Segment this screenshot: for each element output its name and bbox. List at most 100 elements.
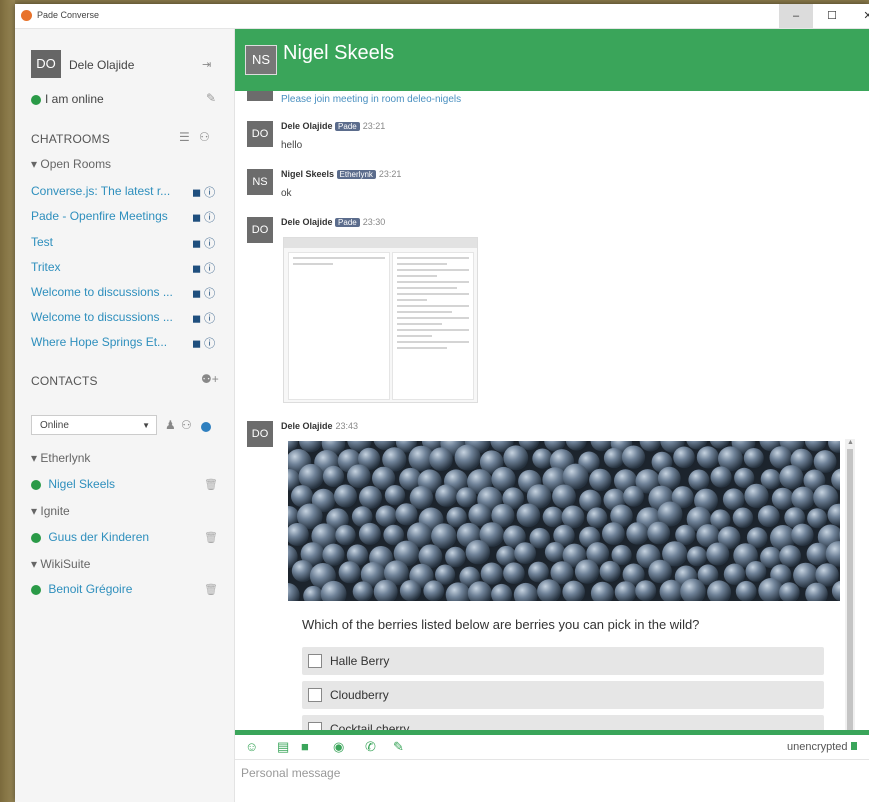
contact-group-label: Etherlynk: [40, 451, 91, 465]
eye-icon[interactable]: ◉: [333, 739, 344, 755]
message-meta: Nigel Skeels Etherlynk 23:21: [281, 169, 401, 179]
berry: [599, 560, 621, 582]
berry: [503, 445, 529, 471]
maximize-button[interactable]: ☐: [815, 4, 849, 28]
chat-header: NS Nigel Skeels: [235, 29, 869, 91]
bookmark-info-icon[interactable]: ◼ ⓘ: [192, 209, 215, 225]
poll-card: Which of the berries listed below are be…: [288, 441, 840, 731]
contact-name: Guus der Kinderen: [48, 530, 150, 544]
bookmark-info-icon[interactable]: ◼ ⓘ: [192, 260, 215, 276]
remove-contact-icon[interactable]: 🗑: [204, 478, 218, 491]
message-sender: Dele Olajide: [281, 217, 333, 227]
clear-chat-icon[interactable]: ▤: [277, 739, 289, 755]
berry: [586, 507, 608, 528]
bookmark-info-icon[interactable]: ◼ ⓘ: [192, 235, 215, 251]
message-sender: Dele Olajide: [281, 421, 333, 431]
phone-icon[interactable]: ✆: [365, 739, 376, 755]
list-rooms-icon[interactable]: ☰: [179, 130, 190, 144]
title-bar: Pade Converse – ☐ ✕: [15, 4, 869, 29]
logout-icon[interactable]: ⇥: [202, 58, 211, 71]
option-checkbox[interactable]: [308, 688, 322, 702]
add-room-icon[interactable]: ⚇: [199, 130, 210, 144]
filter-user-icon[interactable]: ♟: [165, 418, 176, 432]
berry: [429, 447, 453, 471]
message-sender: Dele Olajide: [281, 121, 333, 131]
open-rooms-toggle[interactable]: ▾ Open Rooms: [31, 157, 111, 171]
status-selector[interactable]: I am online: [31, 92, 104, 106]
message-input[interactable]: Personal message: [235, 760, 869, 802]
contact-group-toggle[interactable]: ▾ Ignite: [31, 504, 70, 518]
message-time: 23:43: [335, 421, 359, 431]
room-item[interactable]: Welcome to discussions ... ◼ ⓘ: [31, 310, 221, 327]
online-status-dot: [31, 532, 41, 543]
message-time: 23:30: [362, 217, 386, 227]
poll-option[interactable]: Cocktail cherry: [302, 715, 824, 731]
user-avatar[interactable]: DO: [31, 50, 61, 78]
berry: [435, 484, 458, 507]
remove-contact-icon[interactable]: 🗑: [204, 583, 218, 596]
message-text: hello: [281, 140, 303, 151]
room-item[interactable]: Test ◼ ⓘ: [31, 235, 221, 252]
room-label: Welcome to discussions ...: [31, 310, 173, 324]
emoji-icon[interactable]: ☺: [245, 739, 258, 754]
berry: [696, 446, 719, 469]
add-contact-icon[interactable]: ⚉+: [201, 372, 219, 386]
contact-group-toggle[interactable]: ▾ WikiSuite: [31, 557, 90, 571]
encryption-status[interactable]: unencrypted: [787, 741, 857, 753]
remove-contact-icon[interactable]: 🗑: [204, 531, 218, 544]
online-status-dot: [31, 479, 41, 490]
filter-group-icon[interactable]: ⚇: [181, 418, 192, 432]
berry: [375, 505, 397, 527]
poll-option[interactable]: Halle Berry: [302, 647, 824, 675]
berry: [626, 522, 649, 545]
room-item[interactable]: Pade - Openfire Meetings ◼ ⓘ: [31, 209, 221, 226]
video-call-icon[interactable]: ■: [301, 739, 309, 754]
attachment-icon[interactable]: ✎: [393, 739, 404, 755]
berry: [623, 485, 644, 507]
scrollbar-thumb[interactable]: [847, 449, 853, 731]
bookmark-info-icon[interactable]: ◼ ⓘ: [192, 335, 215, 351]
berry: [745, 561, 767, 582]
window-title: Pade Converse: [37, 10, 100, 20]
room-item[interactable]: Converse.js: The latest r... ◼ ⓘ: [31, 184, 221, 201]
message-avatar: DO: [247, 121, 273, 147]
berry: [358, 522, 381, 545]
contact-group-toggle[interactable]: ▾ Etherlynk: [31, 451, 90, 465]
chatrooms-header: CHATROOMS: [31, 132, 110, 146]
filter-status-icon[interactable]: [201, 419, 215, 433]
berry: [542, 506, 564, 528]
berry: [574, 559, 600, 584]
screenshot-thumbnail[interactable]: [283, 237, 478, 403]
close-window-button[interactable]: ✕: [851, 4, 869, 28]
option-checkbox[interactable]: [308, 654, 322, 668]
room-item[interactable]: Welcome to discussions ... ◼ ⓘ: [31, 285, 221, 302]
contact-item[interactable]: Guus der Kinderen: [31, 530, 149, 544]
berry: [445, 546, 466, 568]
poll-option[interactable]: Cloudberry: [302, 681, 824, 709]
room-item[interactable]: Where Hope Springs Et... ◼ ⓘ: [31, 335, 221, 352]
minimize-button[interactable]: –: [779, 4, 813, 28]
berry: [431, 523, 457, 549]
berry: [647, 521, 671, 545]
scroll-up-icon[interactable]: ▲: [847, 439, 854, 446]
berry: [771, 487, 794, 510]
poll-scrollbar[interactable]: ▲: [845, 439, 855, 731]
edit-status-icon[interactable]: ✎: [206, 91, 216, 105]
berry: [395, 503, 418, 526]
message-text: Please join meeting in room deleo-nigels: [281, 94, 462, 105]
contact-filter-select[interactable]: Online ▼: [31, 415, 157, 435]
option-label: Cocktail cherry: [330, 722, 410, 731]
berry: [589, 468, 612, 492]
berry: [744, 483, 769, 508]
contact-item[interactable]: Benoit Grégoire: [31, 582, 132, 596]
sender-badge: Pade: [335, 218, 360, 227]
berry: [791, 523, 814, 546]
status-text: I am online: [45, 92, 104, 106]
bookmark-info-icon[interactable]: ◼ ⓘ: [192, 285, 215, 301]
berry: [769, 446, 792, 469]
bookmark-info-icon[interactable]: ◼ ⓘ: [192, 310, 215, 326]
bookmark-info-icon[interactable]: ◼ ⓘ: [192, 184, 215, 200]
room-item[interactable]: Tritex ◼ ⓘ: [31, 260, 221, 277]
berry: [779, 545, 801, 567]
contact-item[interactable]: Nigel Skeels: [31, 477, 115, 491]
